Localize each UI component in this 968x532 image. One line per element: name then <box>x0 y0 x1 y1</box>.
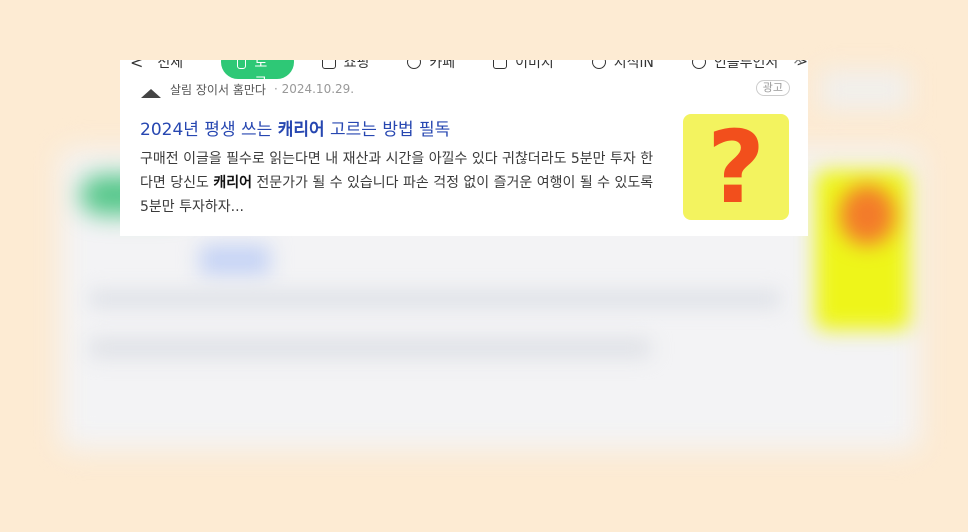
influencer-icon <box>691 60 706 69</box>
search-result-panel: < 전체 블로그 쇼핑 카페 이미지 지식iN 인플루언서 > × <box>120 60 808 236</box>
tab-cafe[interactable]: 카페 <box>407 60 455 72</box>
post-date: · 2024.10.29. <box>273 82 355 96</box>
kin-icon <box>591 60 606 69</box>
ad-badge[interactable]: 광고 <box>755 80 790 96</box>
tab-blog[interactable]: 블로그 <box>221 60 294 91</box>
question-mark-icon: ? <box>707 114 765 220</box>
author-name[interactable]: 살림 장이서 홈만다 <box>170 81 266 98</box>
result-title-link[interactable]: 2024년 평생 쓰는 캐리어 고르는 방법 필독 <box>140 115 450 140</box>
cafe-icon <box>407 60 422 69</box>
result-description: 구매전 이글을 필수로 읽는다면 내 재산과 시간을 아낄수 있다 귀찮더라도 … <box>140 151 654 215</box>
result-meta: 살림 장이서 홈만다 · 2024.10.29. <box>140 80 790 98</box>
tab-kin[interactable]: 지식iN <box>591 60 654 72</box>
blog-icon <box>237 60 247 69</box>
tab-prev-button[interactable]: < <box>130 60 143 72</box>
image-icon <box>493 60 508 69</box>
tab-image[interactable]: 이미지 <box>493 60 554 72</box>
shopping-icon <box>321 60 336 69</box>
result-thumbnail[interactable]: ? <box>683 114 789 220</box>
tab-all[interactable]: 전체 <box>157 60 183 72</box>
tab-bar: < 전체 블로그 쇼핑 카페 이미지 지식iN 인플루언서 > × <box>120 60 808 91</box>
tab-shopping[interactable]: 쇼핑 <box>321 60 369 72</box>
blog-avatar-icon <box>141 89 161 98</box>
tab-influencer[interactable]: 인플루언서 <box>691 60 778 72</box>
svg-text:?: ? <box>707 114 765 220</box>
close-icon[interactable]: × <box>792 60 804 68</box>
